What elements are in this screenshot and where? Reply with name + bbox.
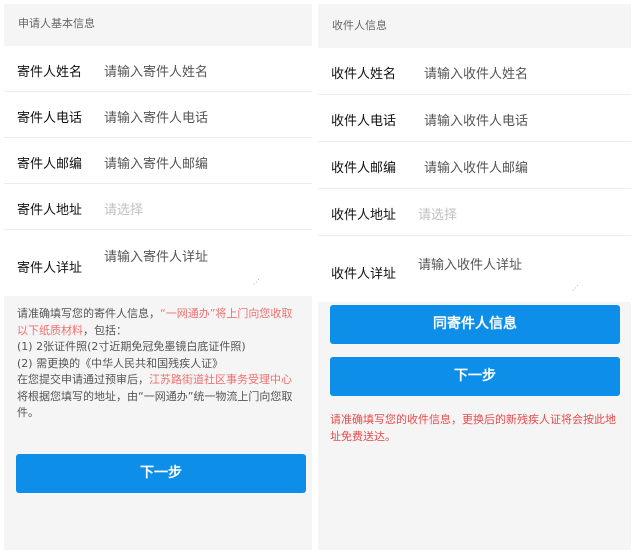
notice-line-2: (1) 2张证件照(2寸近期免冠免墨镜白底证件照) bbox=[17, 340, 246, 353]
recipient-panel: 收件人信息 收件人姓名 请输入收件人姓名 收件人电话 请输入收件人电话 收件人邮… bbox=[318, 4, 631, 550]
sender-address-select[interactable]: 请选择 bbox=[104, 199, 143, 218]
recipient-name-label: 收件人姓名 bbox=[331, 67, 397, 82]
notice-line-3: (2) 需更换的《中华人民共和国残疾人证》 bbox=[17, 356, 224, 370]
sender-phone-input[interactable]: 请输入寄件人电话 bbox=[104, 107, 208, 126]
recipient-phone-input[interactable]: 请输入收件人电话 bbox=[424, 110, 528, 129]
sender-notice: 请准确填写您的寄件人信息，“一网通办”将上门向您收取以下纸质材料，包括： (1)… bbox=[4, 296, 312, 422]
recipient-detail-row[interactable]: 收件人详址 请输入收件人详址 ⋰ bbox=[318, 236, 631, 302]
sender-zip-label: 寄件人邮编 bbox=[17, 157, 83, 172]
recipient-warning: 请准确填写您的收件信息，更换后的新残疾人证将会按此地址免费送达。 bbox=[330, 413, 616, 443]
recipient-form: 收件人姓名 请输入收件人姓名 收件人电话 请输入收件人电话 收件人邮编 请输入收… bbox=[318, 48, 631, 302]
sender-detail-row[interactable]: 寄件人详址 请输入寄件人详址 ⋰ bbox=[4, 230, 312, 296]
sender-phone-row[interactable]: 寄件人电话 请输入寄件人电话 bbox=[4, 92, 312, 138]
notice-text-2: ，包括： bbox=[83, 323, 127, 337]
notice-text-4: 将根据您填写的地址，由“一网通办”统一物流上门向您取件。 bbox=[17, 389, 293, 420]
sender-next-button[interactable]: 下一步 bbox=[16, 454, 306, 493]
recipient-zip-label: 收件人邮编 bbox=[331, 161, 397, 176]
sender-form: 寄件人姓名 请输入寄件人姓名 寄件人电话 请输入寄件人电话 寄件人邮编 请输入寄… bbox=[4, 46, 312, 296]
notice-text-1: 请准确填写您的寄件人信息， bbox=[17, 307, 160, 320]
sender-detail-textarea[interactable]: 请输入寄件人详址 bbox=[104, 246, 208, 265]
recipient-phone-row[interactable]: 收件人电话 请输入收件人电话 bbox=[318, 95, 631, 142]
sender-section-title: 申请人基本信息 bbox=[4, 4, 312, 46]
notice-text-3: 在您提交申请通过预审后， bbox=[17, 373, 149, 386]
recipient-section-title: 收件人信息 bbox=[318, 4, 631, 48]
sender-name-row[interactable]: 寄件人姓名 请输入寄件人姓名 bbox=[4, 46, 312, 92]
textarea-resize-handle[interactable]: ⋰ bbox=[253, 278, 260, 286]
recipient-name-input[interactable]: 请输入收件人姓名 bbox=[424, 63, 528, 82]
sender-address-label: 寄件人地址 bbox=[17, 203, 83, 218]
sender-name-label: 寄件人姓名 bbox=[17, 65, 83, 80]
sender-panel: 申请人基本信息 寄件人姓名 请输入寄件人姓名 寄件人电话 请输入寄件人电话 寄件… bbox=[4, 4, 312, 550]
recipient-detail-textarea[interactable]: 请输入收件人详址 bbox=[418, 254, 522, 273]
recipient-address-select[interactable]: 请选择 bbox=[418, 204, 457, 223]
sender-zip-row[interactable]: 寄件人邮编 请输入寄件人邮编 bbox=[4, 138, 312, 184]
recipient-zip-row[interactable]: 收件人邮编 请输入收件人邮编 bbox=[318, 142, 631, 189]
recipient-detail-label: 收件人详址 bbox=[331, 267, 397, 282]
recipient-address-label: 收件人地址 bbox=[331, 208, 397, 223]
recipient-name-row[interactable]: 收件人姓名 请输入收件人姓名 bbox=[318, 48, 631, 95]
same-as-sender-button[interactable]: 同寄件人信息 bbox=[330, 305, 620, 344]
textarea-resize-handle[interactable]: ⋰ bbox=[572, 284, 579, 292]
recipient-address-row[interactable]: 收件人地址 请选择 bbox=[318, 189, 631, 236]
sender-zip-input[interactable]: 请输入寄件人邮编 bbox=[104, 153, 208, 172]
recipient-zip-input[interactable]: 请输入收件人邮编 bbox=[424, 157, 528, 176]
sender-address-row[interactable]: 寄件人地址 请选择 bbox=[4, 184, 312, 230]
recipient-next-button[interactable]: 下一步 bbox=[330, 357, 620, 396]
sender-phone-label: 寄件人电话 bbox=[17, 111, 83, 126]
notice-red-2: 江苏路街道社区事务受理中心 bbox=[149, 373, 292, 386]
recipient-phone-label: 收件人电话 bbox=[331, 114, 397, 129]
sender-name-input[interactable]: 请输入寄件人姓名 bbox=[104, 61, 208, 80]
sender-detail-label: 寄件人详址 bbox=[17, 261, 83, 276]
